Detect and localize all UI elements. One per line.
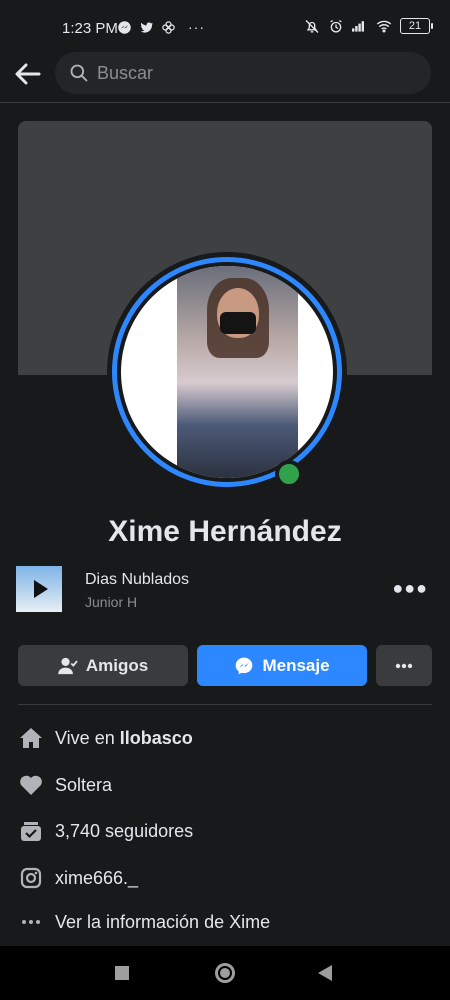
followers-icon — [18, 818, 44, 844]
search-icon — [70, 64, 88, 82]
followers-count: 3,740 seguidores — [55, 820, 194, 841]
info-followers[interactable]: 3,740 seguidores — [18, 816, 432, 846]
pinwheel-icon — [160, 19, 176, 35]
more-notifications-icon: ··· — [188, 19, 205, 35]
story-ring — [112, 257, 342, 487]
info-relationship: Soltera — [18, 770, 432, 800]
song-title: Dias Nublados — [85, 571, 190, 588]
notification-icons: ··· — [116, 19, 205, 35]
mute-bell-icon — [304, 18, 320, 34]
more-icon — [395, 663, 413, 668]
section-divider — [18, 704, 432, 705]
system-back-button[interactable] — [318, 965, 332, 981]
alarm-icon — [328, 18, 344, 34]
more-options-button[interactable] — [376, 645, 432, 686]
battery-icon: 21 — [400, 18, 433, 34]
play-icon — [34, 580, 48, 598]
see-info-link[interactable]: Ver la información de Xime — [18, 907, 432, 937]
profile-song[interactable]: Dias Nublados Junior H ●●● — [16, 566, 434, 614]
heart-icon — [18, 772, 44, 798]
system-icons: 21 — [304, 18, 433, 34]
song-more-icon[interactable]: ●●● — [392, 578, 428, 599]
avatar — [121, 266, 333, 478]
online-status-indicator — [275, 460, 303, 488]
recents-button[interactable] — [115, 966, 129, 980]
messenger-icon — [236, 657, 253, 674]
song-cover-art[interactable] — [16, 566, 62, 612]
messenger-icon — [116, 19, 132, 35]
profile-picture[interactable] — [107, 252, 347, 492]
search-input[interactable]: Buscar — [55, 52, 431, 94]
song-artist: Junior H — [85, 594, 138, 610]
back-arrow-icon — [15, 63, 41, 85]
twitter-icon — [138, 19, 154, 35]
signal-icon — [352, 18, 368, 34]
relationship-status: Soltera — [55, 774, 113, 795]
friend-check-icon — [58, 657, 78, 674]
instagram-icon — [18, 865, 44, 891]
search-placeholder: Buscar — [97, 62, 154, 83]
home-icon — [18, 725, 44, 751]
system-nav-bar — [0, 946, 450, 1000]
message-label: Mensaje — [262, 655, 330, 675]
back-button[interactable] — [12, 58, 44, 90]
friends-label: Amigos — [85, 655, 149, 675]
top-divider — [0, 102, 450, 103]
info-instagram[interactable]: xime666._ — [18, 863, 432, 893]
status-time: 1:23 PM — [62, 20, 118, 37]
lives-in-place[interactable]: Ilobasco — [120, 728, 193, 748]
wifi-icon — [376, 18, 392, 34]
see-info-label: Ver la información de Xime — [55, 911, 271, 932]
info-lives-in: Vive en Ilobasco — [18, 723, 432, 753]
status-bar: 1:23 PM ··· 21 — [0, 0, 450, 52]
top-bar: Buscar — [0, 52, 450, 102]
instagram-handle: xime666._ — [55, 867, 139, 888]
home-button[interactable] — [215, 963, 235, 983]
lives-in-prefix: Vive en — [55, 727, 120, 748]
friends-button[interactable]: Amigos — [18, 645, 188, 686]
avatar-photo — [177, 266, 298, 478]
message-button[interactable]: Mensaje — [197, 645, 367, 686]
more-dots-icon — [18, 909, 44, 935]
profile-name: Xime Hernández — [108, 515, 342, 548]
